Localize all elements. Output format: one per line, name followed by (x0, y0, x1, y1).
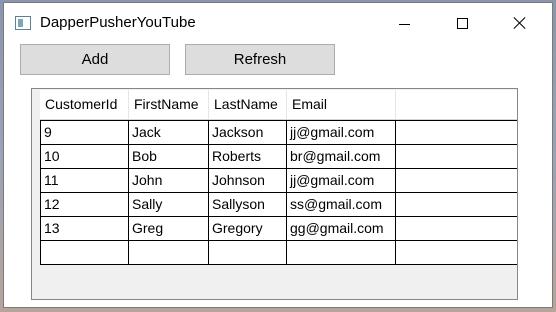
cell-customerid[interactable]: 12 (40, 193, 129, 216)
cell-filler (396, 241, 517, 264)
cell-email[interactable]: jj@gmail.com (287, 169, 396, 192)
column-header-customerid[interactable]: CustomerId (40, 90, 129, 119)
cell-email[interactable]: br@gmail.com (287, 145, 396, 168)
cell-email[interactable]: ss@gmail.com (287, 193, 396, 216)
table-row[interactable]: 11 John Johnson jj@gmail.com (40, 169, 517, 193)
cell-firstname[interactable]: Jack (129, 121, 209, 144)
cell-firstname[interactable]: Sally (129, 193, 209, 216)
maximize-icon (456, 17, 468, 29)
column-header-lastname[interactable]: LastName (209, 90, 287, 119)
table-row[interactable]: 13 Greg Gregory gg@gmail.com (40, 217, 517, 241)
cell-filler (396, 145, 517, 168)
maximize-button[interactable] (439, 3, 485, 43)
grid-table: CustomerId FirstName LastName Email 9 Ja… (40, 90, 517, 265)
cell-firstname[interactable]: John (129, 169, 209, 192)
cell-email[interactable] (287, 241, 396, 264)
cell-customerid[interactable] (40, 241, 129, 264)
cell-email[interactable]: gg@gmail.com (287, 217, 396, 240)
column-header-firstname[interactable]: FirstName (129, 90, 209, 119)
title-bar[interactable]: DapperPusherYouTube (4, 3, 552, 43)
window-title: DapperPusherYouTube (40, 14, 196, 31)
cell-email[interactable]: jj@gmail.com (287, 121, 396, 144)
close-icon (513, 16, 527, 30)
cell-lastname[interactable]: Johnson (209, 169, 287, 192)
column-header-filler (396, 90, 517, 119)
cell-firstname[interactable]: Greg (129, 217, 209, 240)
cell-lastname[interactable]: Roberts (209, 145, 287, 168)
close-button[interactable] (497, 3, 543, 43)
minimize-icon (398, 23, 410, 25)
cell-lastname[interactable]: Gregory (209, 217, 287, 240)
cell-lastname[interactable] (209, 241, 287, 264)
cell-customerid[interactable]: 9 (40, 121, 129, 144)
cell-firstname[interactable]: Bob (129, 145, 209, 168)
cell-lastname[interactable]: Jackson (209, 121, 287, 144)
minimize-button[interactable] (381, 3, 427, 43)
window-app-icon (15, 16, 31, 30)
app-window: DapperPusherYouTube Add Refresh Customer… (3, 2, 553, 308)
cell-filler (396, 169, 517, 192)
table-row[interactable]: 10 Bob Roberts br@gmail.com (40, 145, 517, 169)
client-area: Add Refresh CustomerId FirstName LastNam… (4, 43, 552, 307)
customer-data-grid[interactable]: CustomerId FirstName LastName Email 9 Ja… (31, 88, 518, 300)
cell-filler (396, 217, 517, 240)
cell-customerid[interactable]: 13 (40, 217, 129, 240)
column-header-email[interactable]: Email (287, 90, 396, 119)
cell-lastname[interactable]: Sallyson (209, 193, 287, 216)
cell-firstname[interactable] (129, 241, 209, 264)
add-button[interactable]: Add (20, 44, 170, 75)
cell-filler (396, 193, 517, 216)
cell-filler (396, 121, 517, 144)
cell-customerid[interactable]: 11 (40, 169, 129, 192)
grid-rows: 9 Jack Jackson jj@gmail.com 10 Bob Rober… (40, 120, 517, 265)
grid-header-row: CustomerId FirstName LastName Email (40, 90, 517, 120)
table-row[interactable]: 12 Sally Sallyson ss@gmail.com (40, 193, 517, 217)
cell-customerid[interactable]: 10 (40, 145, 129, 168)
refresh-button[interactable]: Refresh (185, 44, 335, 75)
new-row-placeholder[interactable] (40, 241, 517, 265)
table-row[interactable]: 9 Jack Jackson jj@gmail.com (40, 121, 517, 145)
